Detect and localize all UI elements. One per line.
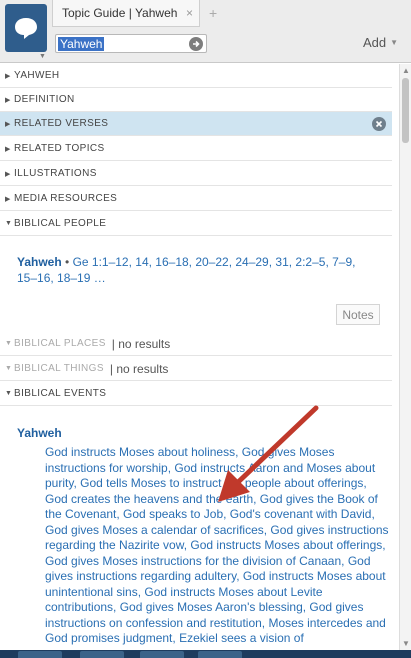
no-results-text: | no results <box>109 361 169 376</box>
no-results-text: | no results <box>111 336 171 351</box>
section-biblical-people[interactable]: ▼ BIBLICAL PEOPLE <box>0 212 392 236</box>
bullet-separator: • <box>61 255 73 269</box>
new-tab-icon[interactable]: + <box>209 5 217 21</box>
tab-close-icon[interactable]: × <box>186 6 193 20</box>
scroll-down-icon[interactable]: ▼ <box>402 639 410 648</box>
expand-triangle-icon: ▶ <box>5 120 11 128</box>
app-logo[interactable] <box>5 4 47 52</box>
close-icon[interactable] <box>372 117 386 131</box>
tab-title: Topic Guide | Yahweh <box>62 6 178 20</box>
expand-triangle-icon: ▶ <box>5 145 11 153</box>
taskbar-button[interactable] <box>140 651 184 658</box>
expand-triangle-icon: ▶ <box>5 96 11 104</box>
expand-triangle-icon: ▶ <box>5 72 11 80</box>
scrollbar-thumb[interactable] <box>402 78 409 143</box>
section-yahweh[interactable]: ▶ YAHWEH <box>0 64 392 88</box>
add-button[interactable]: Add ▼ <box>363 35 398 50</box>
top-bar: ▼ Topic Guide | Yahweh × + Yahweh Add ▼ <box>0 0 411 63</box>
section-label: MEDIA RESOURCES <box>14 193 118 204</box>
section-media-resources[interactable]: ▶ MEDIA RESOURCES <box>0 187 392 211</box>
section-label: BIBLICAL EVENTS <box>14 388 107 399</box>
taskbar-button[interactable] <box>198 651 242 658</box>
add-button-label: Add <box>362 35 387 50</box>
topic-guide-content: ▶ YAHWEH ▶ DEFINITION ▶ RELATED VERSES ▶… <box>0 64 399 650</box>
collapse-triangle-icon: ▼ <box>5 390 13 397</box>
biblical-people-entry: Yahweh • Ge 1:1–12, 14, 16–18, 20–22, 24… <box>17 254 377 286</box>
collapse-triangle-icon: ▼ <box>5 340 13 347</box>
collapse-triangle-icon: ▼ <box>5 365 13 372</box>
red-annotation-arrow-icon <box>218 405 319 502</box>
search-value[interactable]: Yahweh <box>58 37 105 51</box>
people-name-link[interactable]: Yahweh <box>17 255 62 269</box>
taskbar-button[interactable] <box>80 651 124 658</box>
section-biblical-places[interactable]: ▼ BIBLICAL PLACES | no results <box>0 332 392 356</box>
chevron-down-icon: ▼ <box>390 38 398 47</box>
section-label: RELATED VERSES <box>14 118 109 129</box>
tab-topic-guide[interactable]: Topic Guide | Yahweh × <box>52 0 200 27</box>
section-biblical-events[interactable]: ▼ BIBLICAL EVENTS <box>0 382 392 406</box>
section-label: RELATED TOPICS <box>14 143 105 154</box>
section-illustrations[interactable]: ▶ ILLUSTRATIONS <box>0 162 392 186</box>
vertical-scrollbar[interactable]: ▲ ▼ <box>399 64 411 650</box>
go-arrow-icon[interactable] <box>189 37 203 51</box>
taskbar <box>0 650 411 658</box>
expand-triangle-icon: ▶ <box>5 195 11 203</box>
section-label: YAHWEH <box>14 70 60 81</box>
section-related-verses[interactable]: ▶ RELATED VERSES <box>0 112 392 136</box>
section-definition[interactable]: ▶ DEFINITION <box>0 88 392 112</box>
section-label: ILLUSTRATIONS <box>14 168 97 179</box>
section-related-topics[interactable]: ▶ RELATED TOPICS <box>0 137 392 161</box>
section-label: DEFINITION <box>14 94 75 105</box>
speech-bubble-icon <box>15 18 37 39</box>
scroll-up-icon[interactable]: ▲ <box>402 66 410 75</box>
section-label: BIBLICAL THINGS <box>14 363 104 374</box>
collapse-triangle-icon: ▼ <box>5 220 13 227</box>
section-biblical-things[interactable]: ▼ BIBLICAL THINGS | no results <box>0 357 392 381</box>
section-label: BIBLICAL PLACES <box>14 338 106 349</box>
notes-button[interactable]: Notes <box>336 304 380 325</box>
search-input[interactable]: Yahweh <box>55 34 207 53</box>
events-name-link[interactable]: Yahweh <box>17 426 62 440</box>
section-label: BIBLICAL PEOPLE <box>14 218 107 229</box>
expand-triangle-icon: ▶ <box>5 170 11 178</box>
logo-menu-caret-icon[interactable]: ▼ <box>39 53 46 60</box>
taskbar-button[interactable] <box>18 651 62 658</box>
